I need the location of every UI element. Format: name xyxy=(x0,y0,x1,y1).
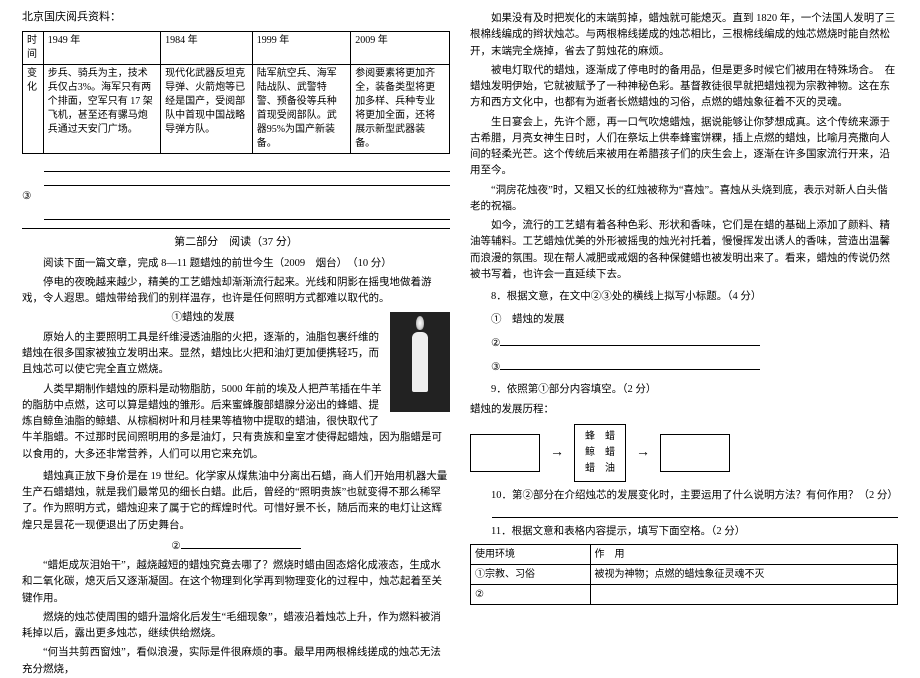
th-1999: 1999 年 xyxy=(252,31,350,64)
answer-blank-line xyxy=(44,208,450,220)
para-6: 燃烧的烛芯使周围的蜡升温熔化后发生“毛细现象”，蜡液沿着烛芯上升，作为燃料被消耗… xyxy=(22,610,450,643)
parade-table: 时间 1949 年 1984 年 1999 年 2009 年 变化 步兵、骑兵为… xyxy=(22,31,450,154)
para-2: 原始人的主要照明工具是纤维浸透油脂的火把，逐渐的，油脂包裹纤维的蜡烛在很多国家被… xyxy=(22,330,450,379)
th-2009: 2009 年 xyxy=(351,31,450,64)
th-use: 作 用 xyxy=(590,545,897,565)
td-change: 变化 xyxy=(23,64,44,153)
td-use-2 xyxy=(590,585,897,605)
arrow-right-icon: → xyxy=(550,441,564,465)
question-8: 8．根据文意，在文中②③处的横线上拟写小标题。（4 分） xyxy=(470,289,898,305)
q9-label: 蜡烛的发展历程： xyxy=(470,402,898,418)
flow-diagram: → 蜂 蜡 鲸 蜡 蜡 油 → xyxy=(470,424,898,482)
para-5: “蜡炬成灰泪始干”，越烧越短的蜡烛究竟去哪了？燃烧时蜡由固态熔化成液态，生成水和… xyxy=(22,558,450,607)
q8-option-1: ① 蜡烛的发展 xyxy=(470,312,898,328)
section-2-label: ② xyxy=(171,541,180,552)
q8-option-3: ③ xyxy=(470,358,898,376)
q11-table: 使用环境 作 用 ①宗教、习俗 被视为神物；点燃的蜡烛象征灵魂不灭 ② xyxy=(470,544,898,605)
diagram-row-2: 鲸 蜡 xyxy=(585,445,615,461)
th-env: 使用环境 xyxy=(471,545,591,565)
q8-option-2: ② xyxy=(470,334,898,352)
blank-inline xyxy=(181,537,301,549)
td-env-2: ② xyxy=(471,585,591,605)
diagram-row-3: 蜡 油 xyxy=(585,461,615,477)
reading-intro: 阅读下面一篇文章，完成 8—11 题蜡烛的前世今生（2009 烟台） （10 分… xyxy=(22,256,450,272)
diagram-empty-box-right xyxy=(660,434,730,472)
answer-blank-line xyxy=(44,174,450,186)
candle-section: ①蜡烛的发展 原始人的主要照明工具是纤维浸透油脂的火把，逐渐的，油脂包裹纤维的蜡… xyxy=(22,310,450,465)
divider xyxy=(22,228,450,229)
para-4: 蜡烛真正放下身价是在 19 世纪。化学家从煤焦油中分离出石蜡，商人们开始用机器大… xyxy=(22,469,450,534)
diagram-middle-box: 蜂 蜡 鲸 蜡 蜡 油 xyxy=(574,424,626,482)
q8-2-text: ② xyxy=(491,338,500,349)
right-column: 如果没有及时把炭化的末端剪掉，蜡烛就可能熄灭。直到 1820 年，一个法国人发明… xyxy=(460,8,908,642)
parade-note: 北京国庆阅兵资料： xyxy=(22,8,450,27)
blank-inline xyxy=(500,334,760,346)
part-title: 第二部分 阅读（37 分） xyxy=(22,233,450,252)
th-time: 时间 xyxy=(23,31,44,64)
section-1-title: ①蜡烛的发展 xyxy=(22,310,450,326)
question-9: 9．依照第①部分内容填空。（2 分） xyxy=(470,382,898,398)
q8-3-text: ③ xyxy=(491,362,500,373)
para-8: 如果没有及时把炭化的末端剪掉，蜡烛就可能熄灭。直到 1820 年，一个法国人发明… xyxy=(470,11,898,60)
para-12: 如今，流行的工艺蜡有着各种色彩、形状和香味，它们是在蜡的基础上添加了颜料、精油等… xyxy=(470,218,898,283)
q8-1-text: ① 蜡烛的发展 xyxy=(491,314,565,325)
candle-image xyxy=(390,312,450,412)
para-7: “何当共剪西窗烛”，看似浪漫，实际是件很麻烦的事。最早用两根棉线搓成的烛芯无法充… xyxy=(22,645,450,678)
table-row: 变化 步兵、骑兵为主，技术兵仅占3%。海军只有两个排面，空军只有 17 架飞机，… xyxy=(23,64,450,153)
td-1999: 陆军航空兵、海军陆战队、武警特警、预备役等兵种首现受阅部队。武器95%为国产新装… xyxy=(252,64,350,153)
table-row: 使用环境 作 用 xyxy=(471,545,898,565)
arrow-right-icon: → xyxy=(636,441,650,465)
para-1: 停电的夜晚越来越少，精美的工艺蜡烛却渐渐流行起来。光线和阴影在摇曳地做着游戏，令… xyxy=(22,275,450,308)
td-use-1: 被视为神物；点燃的蜡烛象征灵魂不灭 xyxy=(590,565,897,585)
table-row: ①宗教、习俗 被视为神物；点燃的蜡烛象征灵魂不灭 xyxy=(471,565,898,585)
td-1949: 步兵、骑兵为主，技术兵仅占3%。海军只有两个排面，空军只有 17 架飞机，甚至还… xyxy=(43,64,160,153)
question-10: 10．第②部分在介绍烛芯的发展变化时，主要运用了什么说明方法？有何作用？（2 分… xyxy=(470,488,898,504)
para-11: “洞房花烛夜”时，又粗又长的红烛被称为“喜烛”。喜烛从头烧到底，表示对新人白头偕… xyxy=(470,183,898,216)
subheading-3: ③ xyxy=(22,189,450,205)
table-row: ② xyxy=(471,585,898,605)
diagram-empty-box-left xyxy=(470,434,540,472)
para-9: 被电灯取代的蜡烛，逐渐成了停电时的备用品，但是更多时候它们被用在特殊场合。 在蜡… xyxy=(470,63,898,112)
answer-blank-line xyxy=(44,160,450,172)
th-1949: 1949 年 xyxy=(43,31,160,64)
th-1984: 1984 年 xyxy=(161,31,253,64)
candle-icon xyxy=(412,332,428,392)
para-10: 生日宴会上，先许个愿，再一口气吹熄蜡烛，据说能够让你梦想成真。这个传统来源于古希… xyxy=(470,115,898,180)
blank-inline xyxy=(500,358,760,370)
td-1984: 现代化武器反坦克导弹、火箭炮等已经是国产，受阅部队中首现中国战略导弹方队。 xyxy=(161,64,253,153)
td-env-1: ①宗教、习俗 xyxy=(471,565,591,585)
flame-icon xyxy=(416,316,424,330)
question-11: 11．根据文意和表格内容提示，填写下面空格。（2 分） xyxy=(470,524,898,540)
diagram-row-1: 蜂 蜡 xyxy=(585,429,615,445)
answer-blank-line xyxy=(492,506,898,518)
para-3: 人类早期制作蜡烛的原料是动物脂肪，5000 年前的埃及人把芦苇插在牛羊的脂肪中点… xyxy=(22,382,450,463)
left-column: 北京国庆阅兵资料： 时间 1949 年 1984 年 1999 年 2009 年… xyxy=(12,8,460,642)
section-2-title: ② xyxy=(22,537,450,555)
td-2009: 参阅要素将更加齐全，装备类型将更加多样、兵种专业将更加全面，还将展示新型武器装备… xyxy=(351,64,450,153)
table-row: 时间 1949 年 1984 年 1999 年 2009 年 xyxy=(23,31,450,64)
